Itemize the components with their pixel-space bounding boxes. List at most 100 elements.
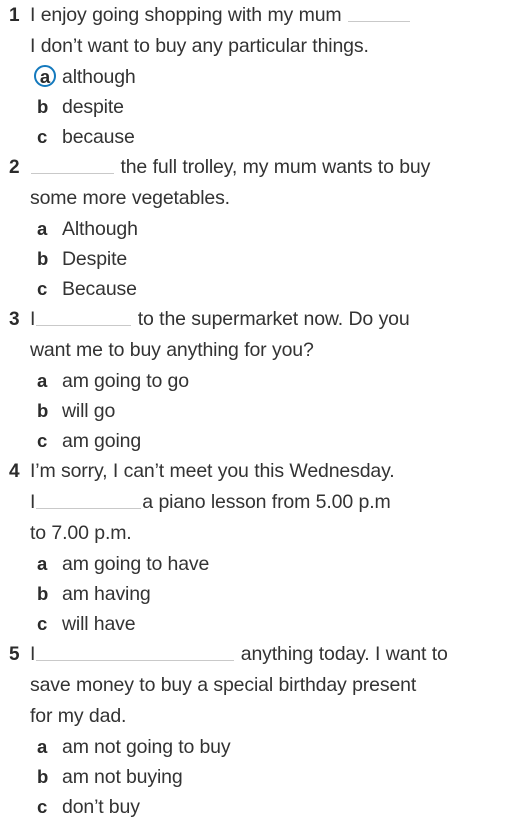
question-stem-line: some more vegetables.	[0, 183, 522, 214]
option-text: am going	[62, 430, 142, 452]
stem-text-run: to the supermarket now. Do you	[132, 308, 410, 330]
stem-text-run: for my dad.	[30, 705, 127, 727]
option-letter[interactable]: a	[37, 366, 53, 396]
option-letter[interactable]: c	[37, 274, 53, 304]
question-stem-line: save money to buy a special birthday pre…	[0, 670, 522, 701]
option-text: am not buying	[62, 766, 183, 788]
question-3: 3I to the supermarket now. Do you want me…	[0, 304, 522, 456]
option-text: Because	[62, 278, 137, 300]
question-list: 1 I enjoy going shopping with my mum I do…	[0, 0, 522, 822]
option-letter[interactable]: b	[37, 244, 53, 274]
stem-text-run: I	[30, 308, 36, 330]
question-stem-line: 4 I’m sorry, I can’t meet you this Wednes…	[0, 456, 522, 487]
option-letter[interactable]: c	[37, 122, 53, 152]
option-b[interactable]: b am not buying	[0, 762, 522, 792]
option-letter[interactable]: c	[37, 426, 53, 456]
stem-text-run: some more vegetables.	[30, 187, 230, 209]
stem-text-run: the full trolley, my mum wants to buy	[115, 156, 431, 178]
question-stem-line: 3I to the supermarket now. Do you	[0, 304, 522, 335]
option-letter[interactable]: c	[37, 792, 53, 822]
option-letter[interactable]: a	[37, 214, 53, 244]
option-text: will have	[62, 613, 136, 635]
stem-text-run: save money to buy a special birthday pre…	[30, 674, 417, 696]
question-2: 2 the full trolley, my mum wants to buy s…	[0, 152, 522, 304]
option-a[interactable]: a Although	[0, 214, 522, 244]
question-text: I to the supermarket now. Do you	[30, 304, 522, 335]
option-text: am going to go	[62, 370, 189, 392]
answer-blank[interactable]	[31, 155, 114, 174]
question-number: 1	[9, 5, 20, 26]
option-c[interactable]: c will have	[0, 609, 522, 639]
question-4: 4 I’m sorry, I can’t meet you this Wednes…	[0, 456, 522, 639]
option-letter-selected-circle[interactable]: a	[34, 65, 56, 87]
question-stem-line: for my dad.	[0, 701, 522, 732]
option-c[interactable]: c because	[0, 122, 522, 152]
stem-text-run: I	[30, 491, 36, 513]
question-text: for my dad.	[30, 701, 522, 732]
question-text: save money to buy a special birthday pre…	[30, 670, 522, 701]
question-stem-line: 5I anything today. I want to	[0, 639, 522, 670]
option-b[interactable]: b despite	[0, 92, 522, 122]
option-b[interactable]: b will go	[0, 396, 522, 426]
option-a[interactable]: a am not going to buy	[0, 732, 522, 762]
option-a[interactable]: a am going to have	[0, 549, 522, 579]
stem-text-run: want me to buy anything for you?	[30, 339, 314, 361]
stem-text-run: a piano lesson from 5.00 p.m	[142, 491, 391, 513]
option-text: despite	[62, 96, 124, 118]
question-number: 2	[9, 157, 20, 178]
option-b[interactable]: b Despite	[0, 244, 522, 274]
option-text: Despite	[62, 248, 128, 270]
question-stem-line: to 7.00 p.m.	[0, 518, 522, 549]
answer-blank[interactable]	[347, 3, 410, 22]
question-text: I don’t want to buy any particular thing…	[30, 31, 522, 62]
stem-text-run: anything today. I want to	[235, 643, 448, 665]
option-letter[interactable]: a	[37, 732, 53, 762]
option-letter[interactable]: b	[37, 396, 53, 426]
question-text: I’m sorry, I can’t meet you this Wednesd…	[30, 456, 522, 487]
question-stem-line: 1 I enjoy going shopping with my mum	[0, 0, 522, 31]
option-text: will go	[62, 400, 116, 422]
question-text: I anything today. I want to	[30, 639, 522, 670]
option-letter[interactable]: b	[37, 92, 53, 122]
answer-blank[interactable]	[36, 307, 132, 326]
question-number: 3	[9, 309, 20, 330]
question-text: I enjoy going shopping with my mum	[30, 0, 522, 31]
option-letter[interactable]: b	[37, 579, 53, 609]
option-text: am not going to buy	[62, 736, 231, 758]
option-a[interactable]: a am going to go	[0, 366, 522, 396]
question-text: to 7.00 p.m.	[30, 518, 522, 549]
option-b[interactable]: b am having	[0, 579, 522, 609]
option-text: don’t buy	[62, 796, 140, 818]
option-text: although	[62, 66, 136, 88]
option-list: a am going to have b am having c will have	[0, 549, 522, 639]
option-c[interactable]: c am going	[0, 426, 522, 456]
question-number: 5	[9, 644, 20, 665]
question-text: want me to buy anything for you?	[30, 335, 522, 366]
option-list: a am going to go b will go c am going	[0, 366, 522, 456]
option-list: a am not going to buy b am not buying c don’t…	[0, 732, 522, 822]
option-text: Although	[62, 218, 138, 240]
stem-text-run: I don’t want to buy any particular thing…	[30, 35, 369, 57]
question-number: 4	[9, 461, 20, 482]
question-stem-line: Ia piano lesson from 5.00 p.m	[0, 487, 522, 518]
question-stem-line: I don’t want to buy any particular thing…	[0, 31, 522, 62]
option-list: a although b despite c because	[0, 62, 522, 152]
option-c[interactable]: c Because	[0, 274, 522, 304]
worksheet-page: 1 I enjoy going shopping with my mum I do…	[0, 0, 522, 818]
option-c[interactable]: c don’t buy	[0, 792, 522, 822]
question-1: 1 I enjoy going shopping with my mum I do…	[0, 0, 522, 152]
answer-blank[interactable]	[36, 490, 142, 509]
question-5: 5I anything today. I want to save money t…	[0, 639, 522, 822]
option-text: because	[62, 126, 135, 148]
stem-text-run: I	[30, 643, 36, 665]
option-a[interactable]: a although	[0, 62, 522, 92]
option-text: am having	[62, 583, 151, 605]
answer-blank[interactable]	[36, 642, 235, 661]
question-text: Ia piano lesson from 5.00 p.m	[30, 487, 522, 518]
option-letter[interactable]: c	[37, 609, 53, 639]
question-text: the full trolley, my mum wants to buy	[30, 152, 522, 183]
stem-text-run: to 7.00 p.m.	[30, 522, 132, 544]
stem-text-run: I enjoy going shopping with my mum	[30, 4, 347, 26]
option-letter[interactable]: a	[37, 549, 53, 579]
option-letter[interactable]: b	[37, 762, 53, 792]
